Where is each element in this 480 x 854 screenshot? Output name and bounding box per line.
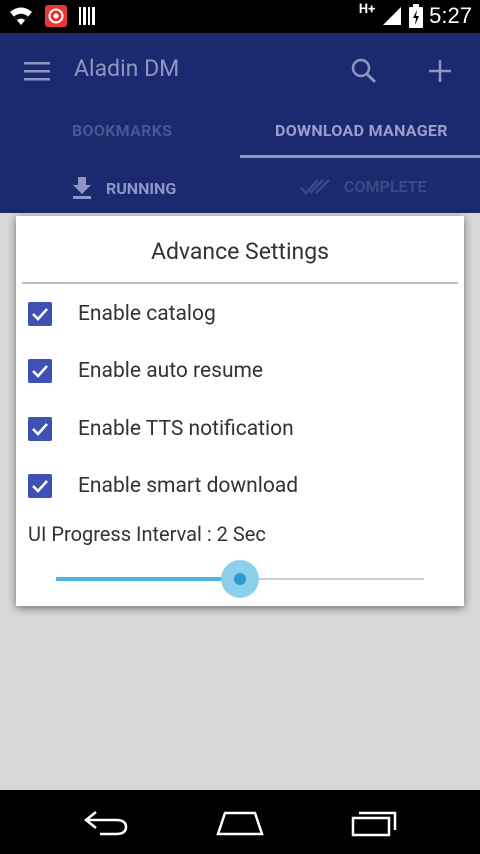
status-bar: H+ 5:27 xyxy=(0,0,480,33)
tab-indicator xyxy=(240,155,480,158)
app-title: Aladin DM xyxy=(74,55,180,82)
home-icon[interactable] xyxy=(215,808,265,838)
checkbox-enable-auto-resume[interactable] xyxy=(28,359,52,383)
option-label: Enable catalog xyxy=(78,302,216,326)
option-enable-tts-notification[interactable]: Enable TTS notification xyxy=(28,409,448,449)
check-icon xyxy=(32,365,48,378)
app-notification-icon xyxy=(45,5,67,27)
slider-fill xyxy=(56,577,240,581)
option-label: Enable auto resume xyxy=(78,359,264,383)
subtab-running[interactable]: RUNNING xyxy=(72,177,176,199)
check-icon xyxy=(32,480,48,493)
tab-download-manager[interactable]: DOWNLOAD MANAGER xyxy=(275,121,448,140)
tab-bookmarks[interactable]: BOOKMARKS xyxy=(72,121,172,140)
clock: 5:27 xyxy=(429,3,472,28)
dialog-title: Advance Settings xyxy=(150,238,330,265)
toolbar: Aladin DM BOOKMARKS DOWNLOAD MANAGER RUN… xyxy=(0,33,480,213)
check-icon xyxy=(32,423,48,436)
checkbox-enable-tts-notification[interactable] xyxy=(28,417,52,441)
add-icon[interactable] xyxy=(426,57,454,85)
subtab-complete[interactable]: COMPLETE xyxy=(300,177,427,196)
wifi-icon xyxy=(10,7,32,25)
option-label: Enable TTS notification xyxy=(78,417,294,441)
navigation-bar xyxy=(0,790,480,854)
subtab-complete-label: COMPLETE xyxy=(344,177,427,196)
option-enable-catalog[interactable]: Enable catalog xyxy=(28,294,448,334)
back-icon[interactable] xyxy=(82,808,130,838)
subtab-running-label: RUNNING xyxy=(106,178,177,198)
main-tabs: BOOKMARKS DOWNLOAD MANAGER xyxy=(0,111,480,159)
battery-icon xyxy=(409,4,424,28)
option-enable-auto-resume[interactable]: Enable auto resume xyxy=(28,351,448,391)
download-icon xyxy=(73,177,91,199)
signal-icon xyxy=(383,7,402,25)
dialog-divider xyxy=(22,282,458,284)
slider-thumb[interactable] xyxy=(234,573,246,585)
recent-apps-icon[interactable] xyxy=(350,808,400,838)
checkbox-enable-smart-download[interactable] xyxy=(28,474,52,498)
progress-interval-slider[interactable] xyxy=(56,560,424,598)
network-type: H+ xyxy=(358,1,376,17)
check-icon xyxy=(32,308,48,321)
checkbox-enable-catalog[interactable] xyxy=(28,302,52,326)
barcode-icon xyxy=(79,7,95,25)
search-icon[interactable] xyxy=(350,57,378,85)
option-enable-smart-download[interactable]: Enable smart download xyxy=(28,466,448,506)
menu-icon[interactable] xyxy=(24,61,50,81)
option-label: Enable smart download xyxy=(78,474,299,498)
done-all-icon xyxy=(300,178,330,195)
notification-icons xyxy=(8,4,96,28)
sub-tabs: RUNNING COMPLETE xyxy=(0,167,480,213)
advance-settings-dialog: Advance Settings Enable catalog Enable a… xyxy=(16,216,464,606)
status-icons: H+ 5:27 xyxy=(358,1,472,29)
progress-interval-label: UI Progress Interval : 2 Sec xyxy=(28,522,266,546)
